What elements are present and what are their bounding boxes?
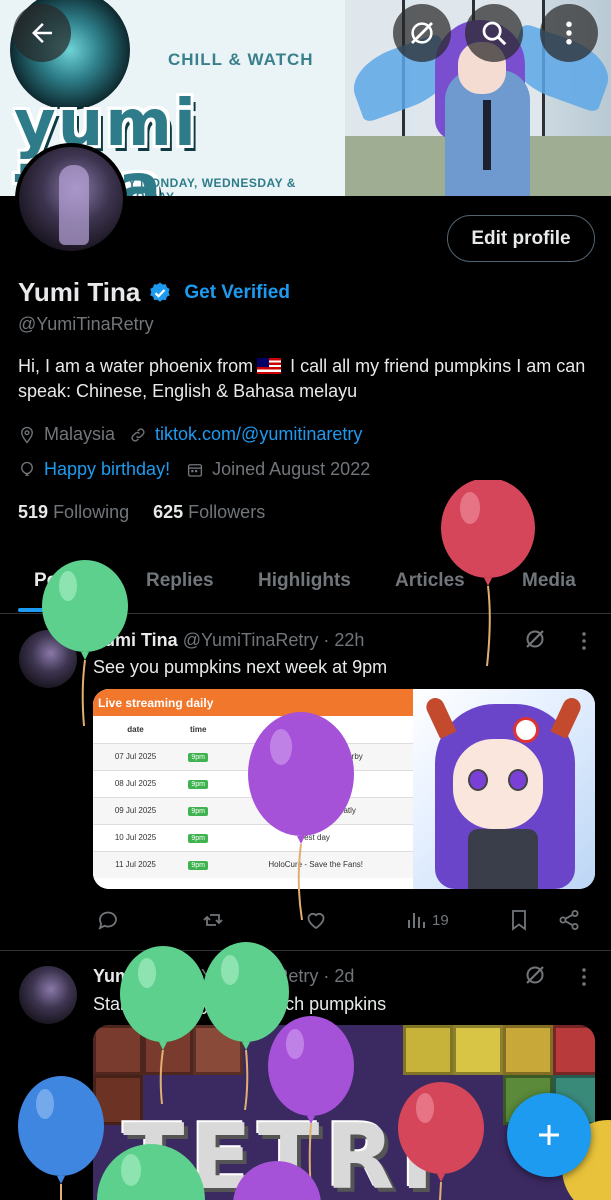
birthday-row: Happy birthday! Joined August 2022 [18,459,370,480]
more-button[interactable] [540,4,598,62]
display-name: Yumi Tina [18,277,141,307]
schedule-time-cell: 9pm [178,796,219,824]
followers-count: 625 [153,502,184,522]
schedule-time: 9pm [188,752,208,762]
post-text: See you pumpkins next week at 9pm [93,657,388,677]
schedule-date: 09 Jul 2025 [93,796,179,824]
location-text: Malaysia [44,424,116,444]
more-vertical-icon[interactable] [572,965,596,989]
schedule-col-header: time [189,724,207,734]
schedule-time-cell: 9pm [178,850,219,878]
tab-highlights[interactable]: Highlights [258,570,351,592]
post-author-handle: @YumiTinaRetry [182,630,319,650]
blue-balloon-icon [18,1076,104,1200]
location-pin-icon [21,426,33,444]
grok-icon[interactable] [523,963,547,987]
schedule-time-cell: 9pm [178,823,219,851]
grok-button[interactable] [393,4,451,62]
compose-post-button[interactable] [507,1093,591,1177]
more-vertical-icon[interactable] [572,629,596,653]
red-balloon-icon [441,480,535,667]
grok-icon [411,22,433,44]
views-count: 19 [432,911,449,929]
schedule-time: 9pm [188,833,208,843]
repost-button[interactable] [201,908,225,932]
website-link[interactable]: tiktok.com/@yumitinaretry [155,424,362,445]
more-vertical-icon [566,21,572,45]
schedule-time-cell: 9pm [178,769,219,797]
bio-text: Hi, I am a water phoenix from [18,356,254,376]
birthday-link[interactable]: Happy birthday! [44,459,170,480]
views-button[interactable]: 19 [404,908,449,932]
schedule-time: 9pm [188,860,208,870]
chibi-character-art [413,689,595,889]
plus-icon [539,1125,559,1145]
following-count: 519 [18,502,49,522]
red-balloon-icon [398,1082,484,1200]
location-row: Malaysia tiktok.com/@yumitinaretry [18,424,362,445]
repost-icon [203,914,223,926]
share-icon [559,910,579,930]
reply-button[interactable] [96,908,120,932]
search-button[interactable] [465,4,523,62]
get-verified-link[interactable]: Get Verified [184,282,290,304]
link-icon [131,427,145,442]
search-icon [482,21,507,46]
following-label: Following [53,502,130,522]
schedule-date: 07 Jul 2025 [93,742,179,770]
share-button[interactable] [557,908,581,932]
tab-replies[interactable]: Replies [146,570,214,592]
malaysia-flag-icon [257,358,282,374]
balloon-icon [21,461,33,476]
arrow-left-icon [32,23,52,43]
banner-tagline: CHILL & WATCH [168,50,314,69]
user-handle: @YumiTinaRetry [18,314,154,334]
purple-balloon-icon [233,1161,321,1200]
profile-bio: Hi, I am a water phoenix from I call all… [18,354,598,404]
green-balloon-icon [42,560,128,727]
joined-date: Joined August 2022 [212,459,371,479]
profile-avatar[interactable] [15,143,127,255]
followers-link[interactable]: 625 Followers [153,502,265,523]
bookmark-button[interactable] [507,908,531,932]
follow-stats: 519 Following 625 Followers [18,502,265,523]
schedule-time-cell: 9pm [178,742,219,770]
post-time: · 2d [323,966,355,986]
schedule-time: 9pm [188,806,208,816]
calendar-icon [188,463,203,477]
followers-label: Followers [188,502,266,522]
reply-icon [98,911,117,930]
edit-profile-button[interactable]: Edit profile [447,215,595,262]
schedule-date: 10 Jul 2025 [93,823,179,851]
following-link[interactable]: 519 Following [18,502,129,523]
character-tie [483,100,491,170]
schedule-time: 9pm [188,779,208,789]
schedule-date: 08 Jul 2025 [93,769,179,797]
post-avatar[interactable] [19,966,77,1024]
post-header: Yumi Tina @YumiTinaRetry · 22h [93,630,364,651]
views-chart-icon [408,913,425,928]
green-balloon-icon [97,1144,205,1200]
green-balloon-icon [120,946,206,1105]
bookmark-icon [512,910,526,931]
verified-badge-icon[interactable] [148,281,172,305]
name-row: Yumi Tina Get Verified [18,277,290,308]
banner-schedule: Y MONDAY, WEDNESDAY & FRIDAY [128,176,296,196]
post-time: · 22h [323,630,365,650]
post-divider [0,950,611,951]
back-button[interactable] [13,4,71,62]
schedule-date: 11 Jul 2025 [93,850,179,878]
purple-balloon-icon [248,712,354,921]
